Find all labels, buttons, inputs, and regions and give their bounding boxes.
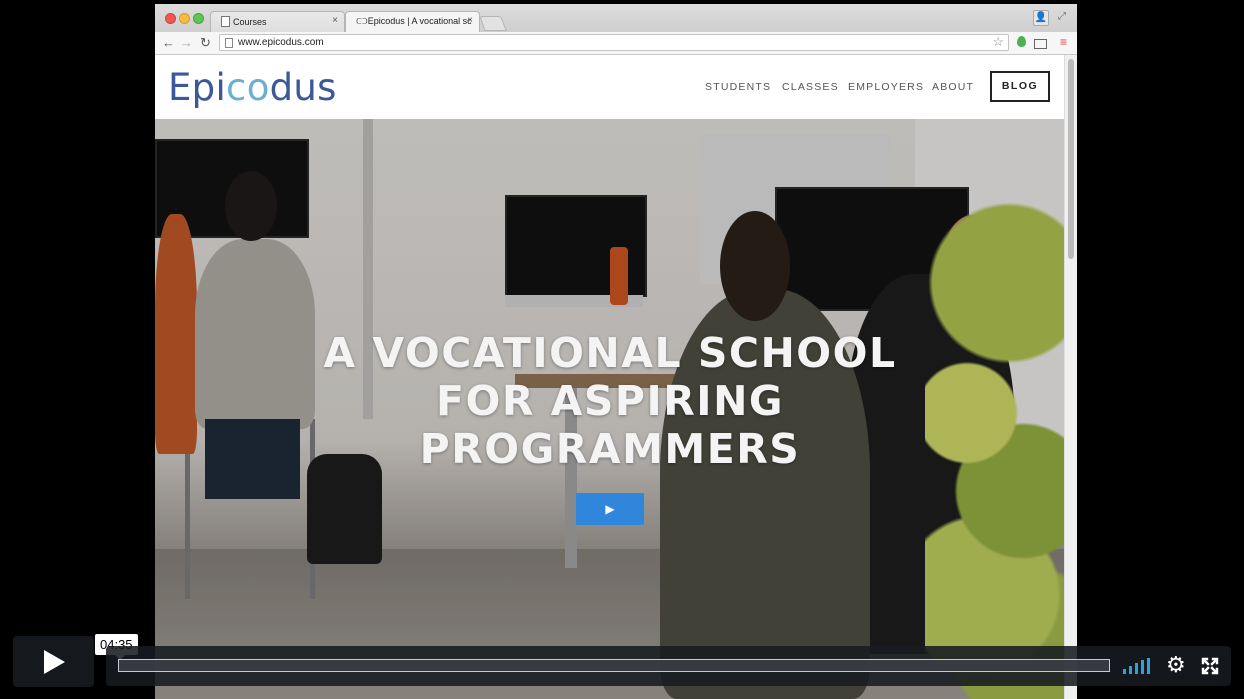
web-page: Epicodus STUDENTS CLASSES EMPLOYERS ABOU… bbox=[155, 55, 1077, 699]
close-tab-icon[interactable]: × bbox=[332, 15, 338, 26]
tab-label: Epicodus | A vocational sc bbox=[367, 16, 472, 26]
tab-label: Courses bbox=[233, 17, 267, 27]
logo-suffix: dus bbox=[269, 66, 337, 109]
favicon-icon: ᑕᑐ bbox=[356, 17, 368, 26]
tab-strip: Courses × ᑕᑐEpicodus | A vocational sc ×… bbox=[155, 4, 1077, 33]
hero-headline-line: A VOCATIONAL SCHOOL bbox=[323, 329, 897, 377]
browser-window: Courses × ᑕᑐEpicodus | A vocational sc ×… bbox=[155, 4, 1077, 699]
browser-toolbar: ← → ↻ www.epicodus.com ☆ ≡ bbox=[155, 32, 1077, 55]
hero-section: A VOCATIONAL SCHOOL FOR ASPIRING PROGRAM… bbox=[155, 119, 1065, 699]
forward-arrow-icon[interactable]: → bbox=[180, 35, 193, 51]
hero-play-video-button[interactable]: ▶ bbox=[576, 493, 644, 525]
nav-students[interactable]: STUDENTS bbox=[705, 81, 771, 93]
site-header: Epicodus STUDENTS CLASSES EMPLOYERS ABOU… bbox=[155, 55, 1065, 119]
bookmark-star-icon[interactable]: ☆ bbox=[992, 34, 1004, 50]
tab-epicodus[interactable]: ᑕᑐEpicodus | A vocational sc × bbox=[345, 11, 480, 32]
settings-gear-icon[interactable]: ⚙ bbox=[1166, 654, 1186, 676]
fullscreen-icon[interactable] bbox=[1201, 657, 1219, 675]
extension-leaf-icon[interactable] bbox=[1017, 36, 1026, 47]
page-icon bbox=[225, 38, 233, 48]
hero-headline-line: FOR ASPIRING bbox=[435, 377, 785, 425]
back-arrow-icon[interactable]: ← bbox=[162, 35, 175, 51]
nav-about[interactable]: ABOUT bbox=[932, 81, 974, 93]
url-text: www.epicodus.com bbox=[238, 37, 324, 48]
player-control-bar: ⚙ bbox=[106, 646, 1231, 686]
nav-employers[interactable]: EMPLOYERS bbox=[848, 81, 924, 93]
logo-accent: co bbox=[226, 66, 270, 109]
volume-icon[interactable] bbox=[1123, 658, 1153, 674]
new-tab-button[interactable] bbox=[479, 16, 507, 31]
menu-icon[interactable]: ≡ bbox=[1060, 36, 1067, 49]
blog-button[interactable]: BLOG bbox=[990, 71, 1050, 102]
close-window-button[interactable] bbox=[165, 13, 176, 24]
hero-headline: A VOCATIONAL SCHOOL FOR ASPIRING PROGRAM… bbox=[155, 329, 1065, 473]
nav-classes[interactable]: CLASSES bbox=[782, 81, 839, 93]
logo-prefix: Epi bbox=[168, 66, 227, 109]
address-bar[interactable]: www.epicodus.com ☆ bbox=[219, 34, 1009, 51]
play-icon bbox=[44, 650, 65, 674]
cast-icon[interactable] bbox=[1034, 39, 1047, 49]
progress-bar[interactable] bbox=[118, 659, 1110, 672]
page-scrollbar[interactable] bbox=[1064, 55, 1077, 699]
zoom-window-button[interactable] bbox=[193, 13, 204, 24]
person-icon[interactable]: 👤 bbox=[1033, 10, 1049, 26]
hero-headline-line: PROGRAMMERS bbox=[419, 425, 801, 473]
tab-courses[interactable]: Courses × bbox=[210, 11, 345, 32]
expand-icon[interactable]: ⤢ bbox=[1055, 10, 1069, 24]
scrollbar-thumb[interactable] bbox=[1068, 59, 1074, 259]
epicodus-logo[interactable]: Epicodus bbox=[168, 66, 337, 109]
minimize-window-button[interactable] bbox=[179, 13, 190, 24]
page-icon bbox=[221, 16, 230, 27]
reload-icon[interactable]: ↻ bbox=[200, 35, 211, 51]
play-icon: ▶ bbox=[605, 502, 615, 516]
player-play-button[interactable] bbox=[13, 636, 94, 687]
close-tab-icon[interactable]: × bbox=[467, 15, 473, 26]
